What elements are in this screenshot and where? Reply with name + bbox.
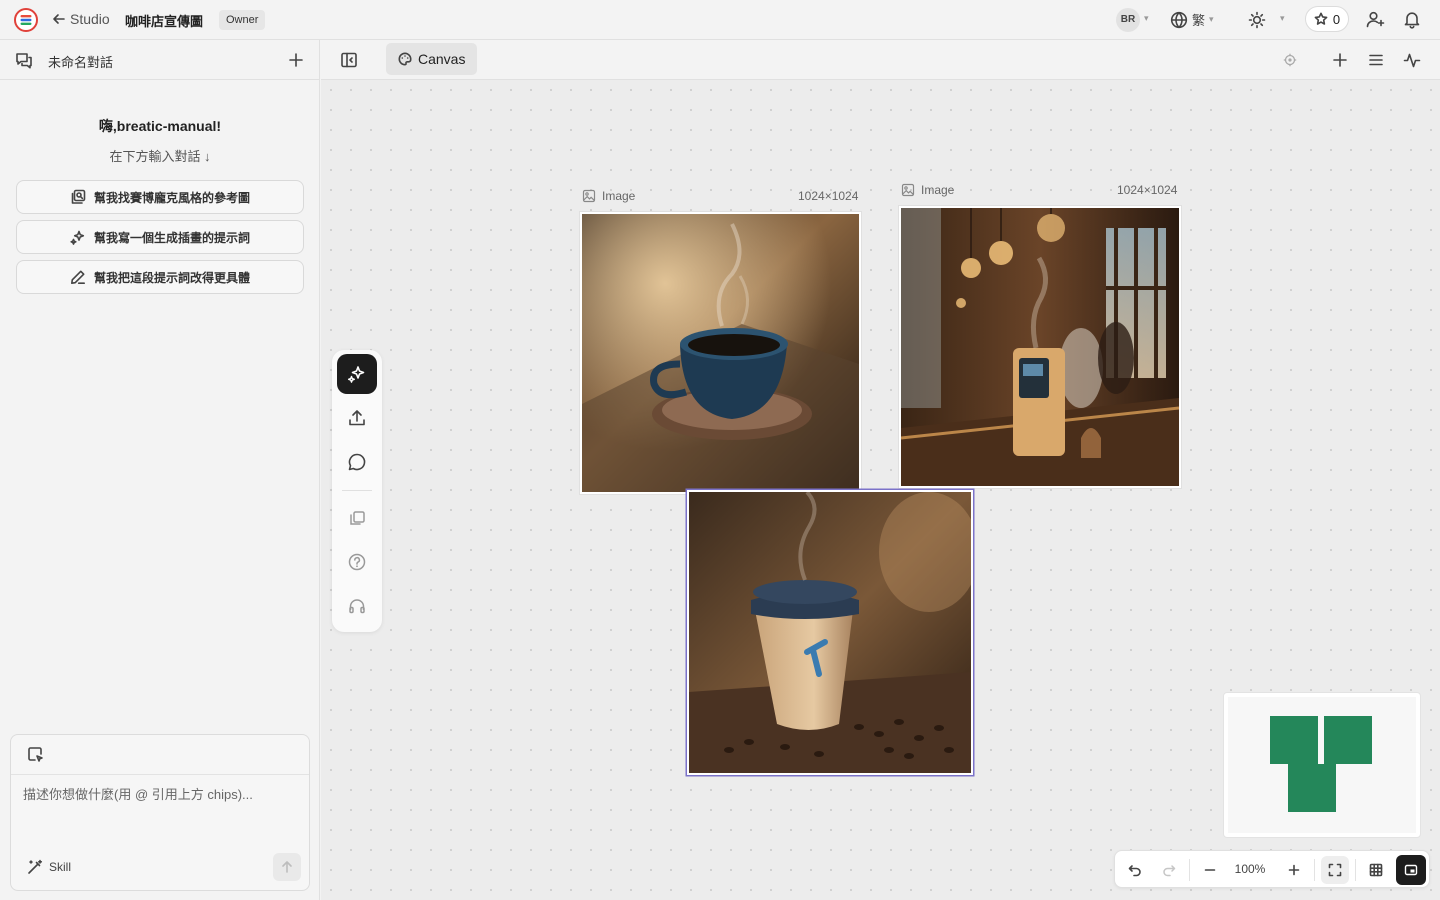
support-tool[interactable] [337,586,377,626]
comment-tool[interactable] [337,442,377,482]
suggestion-label: 幫我找賽博龐克風格的參考圖 [93,190,250,205]
tab-canvas[interactable]: Canvas [386,43,478,75]
skill-button[interactable]: Skill [27,859,71,875]
bell-icon[interactable] [1403,10,1421,29]
collapse-sidebar-icon[interactable] [340,51,358,69]
back-label: Studio [70,11,110,27]
user-avatar[interactable]: BR [1116,8,1140,32]
language-label: 繁 [1192,13,1206,28]
suggestion-label: 幫我寫一個生成插畫的提示詞 [93,230,250,245]
language-selector[interactable]: 繁 ▾ [1170,10,1214,29]
tab-label: Canvas [418,51,466,67]
canvas-toolbar: Canvas [321,40,1440,80]
menu-icon[interactable] [1367,51,1385,69]
top-bar: Studio 咖啡店宣傳圖 Owner BR ▾ 繁 ▾ ▾ 0 [0,0,1440,40]
new-conversation-plus-icon[interactable] [287,51,305,69]
skill-label: Skill [49,860,72,874]
pencil-icon [70,269,86,285]
canvas-tool-strip [332,350,382,632]
greeting: 嗨,breatic-manual! [98,118,222,134]
send-button[interactable] [273,853,301,881]
role-badge: Owner [219,10,266,30]
suggestion-label: 幫我把這段提示詞改得更具體 [93,270,250,285]
image-node-label: Image [582,189,635,203]
grid-icon [1369,863,1383,877]
duplicate-tool[interactable] [337,498,377,538]
image-icon [901,183,915,197]
node-type: Image [602,189,636,203]
magic-wand-icon [27,859,43,875]
conversation-title[interactable]: 未命名對話 [48,52,113,71]
upload-tool[interactable] [337,398,377,438]
help-circle-icon [347,552,367,572]
project-title[interactable]: 咖啡店宣傳圖 [125,11,203,30]
input-hint: 在下方輸入對話 ↓ [109,149,211,164]
suggestion-chip[interactable]: 幫我寫一個生成插畫的提示詞 [16,220,304,254]
node-type: Image [921,183,955,197]
chat-sidebar: 未命名對話 嗨,breatic-manual! 在下方輸入對話 ↓ 幫我找賽博龐… [0,40,320,900]
zoom-toolbar: 100% [1114,850,1430,888]
image-icon [582,189,596,203]
minus-icon [1203,863,1217,877]
image-node-label: Image [901,183,954,197]
prompt-input[interactable] [23,787,299,802]
fit-to-screen-button[interactable] [1321,856,1349,884]
copy-icon [347,508,367,528]
composer-toolbar [11,735,309,775]
conversations-icon[interactable] [15,51,33,69]
canvas-minimap[interactable] [1223,692,1421,838]
image-node-coffee-cup[interactable] [580,212,861,494]
zoom-divider [1355,859,1356,881]
credits-count: 0 [1332,11,1341,27]
add-node-plus-icon[interactable] [1331,51,1349,69]
zoom-in-button[interactable] [1280,856,1308,884]
zoom-divider [1314,859,1315,881]
minimap-icon [1404,863,1418,877]
minimap-toggle-button[interactable] [1396,855,1426,885]
suggestion-chip[interactable]: 幫我找賽博龐克風格的參考圖 [16,180,304,214]
chat-bubble-icon [347,452,367,472]
image-node-size: 1024×1024 [798,189,859,203]
zoom-level[interactable]: 100% [1220,862,1280,876]
image-node-cafe-interior[interactable] [899,206,1181,488]
star-icon [1314,12,1328,26]
redo-icon [1162,863,1176,877]
attach-note-icon[interactable] [27,746,44,763]
palette-icon [398,52,412,66]
back-to-studio-link[interactable]: Studio [52,11,110,27]
credits-badge[interactable]: 0 [1305,6,1349,32]
grid-toggle-button[interactable] [1362,856,1390,884]
redo-button[interactable] [1155,856,1183,884]
zoom-divider [1189,859,1190,881]
arrow-left-icon [52,12,66,26]
undo-button[interactable] [1121,856,1149,884]
image-node-takeaway-cup[interactable] [687,490,973,775]
suggestion-chip[interactable]: 幫我把這段提示詞改得更具體 [16,260,304,294]
upload-icon [347,408,367,428]
help-tool[interactable] [337,542,377,582]
locate-icon[interactable] [1283,53,1297,67]
activity-icon[interactable] [1403,51,1421,69]
ai-generate-tool[interactable] [337,354,377,394]
headphones-icon [347,596,367,616]
sidebar-header: 未命名對話 [0,40,320,80]
image-node-size: 1024×1024 [1117,183,1178,197]
sparkle-icon [70,229,86,245]
globe-icon [1170,11,1188,29]
sparkle-icon [347,364,367,384]
image-search-icon [70,189,86,205]
plus-icon [1287,863,1301,877]
fullscreen-icon [1328,863,1342,877]
chat-composer: Skill [10,734,310,891]
tool-divider [342,490,372,491]
chevron-down-icon[interactable]: ▾ [1280,13,1285,24]
theme-toggle-sun-icon[interactable] [1248,11,1266,29]
undo-icon [1128,863,1142,877]
arrow-up-icon [280,860,294,874]
invite-user-icon[interactable] [1366,10,1385,29]
app-logo[interactable] [14,8,38,32]
canvas-area[interactable]: Canvas Image 1024×1024 Image 1024×1024 1… [321,40,1440,900]
chevron-down-icon: ▾ [1209,14,1214,24]
chevron-down-icon[interactable]: ▾ [1144,13,1149,24]
